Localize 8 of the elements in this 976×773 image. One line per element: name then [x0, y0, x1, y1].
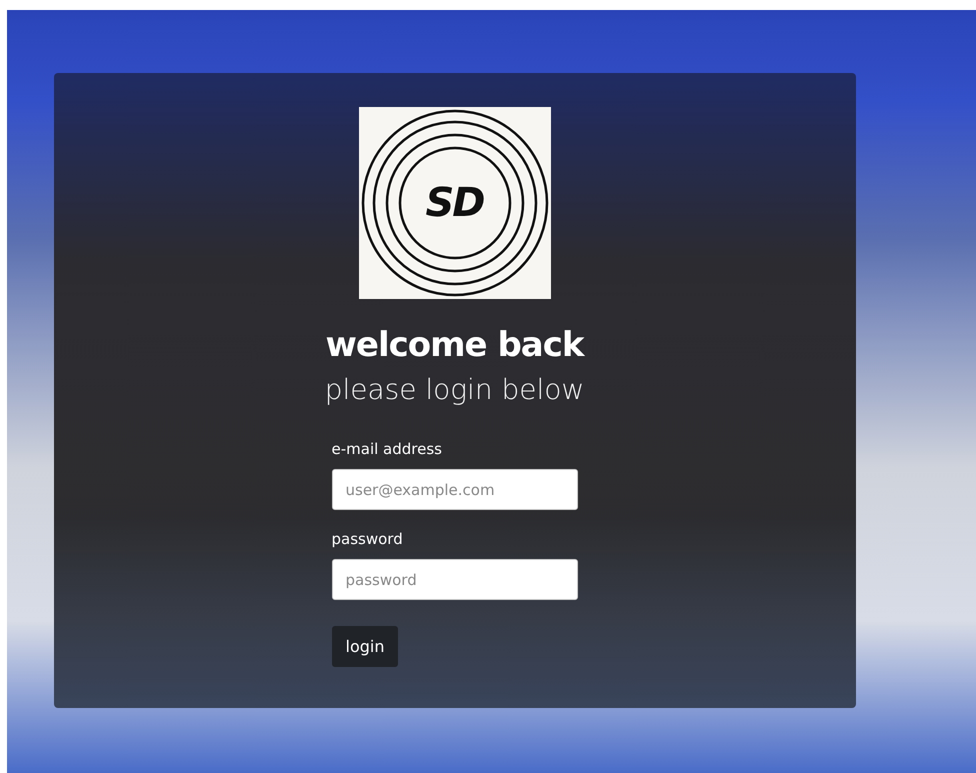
login-button[interactable]: login: [332, 626, 398, 667]
logo-text: SD: [425, 180, 484, 226]
welcome-heading: welcome back: [325, 325, 584, 365]
input-field[interactable]: user@example.com: [332, 469, 578, 510]
field-label: e-mail address: [332, 440, 442, 458]
field-label: password: [332, 530, 403, 548]
input-field[interactable]: password: [332, 559, 578, 600]
login-subheading: please login below: [324, 373, 584, 406]
